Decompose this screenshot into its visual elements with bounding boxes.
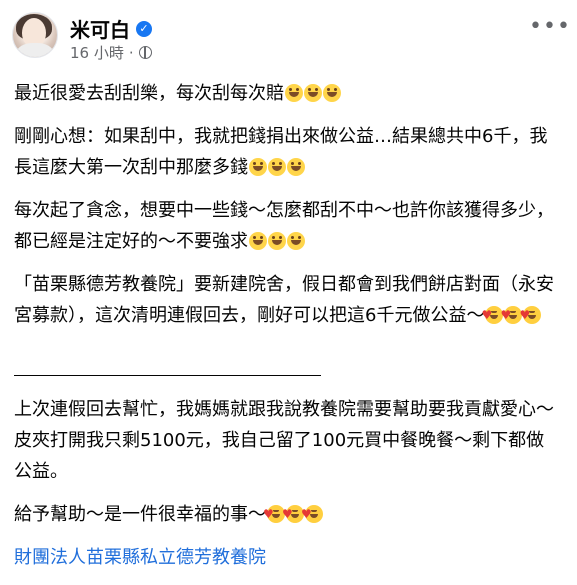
- grinning-face-emoji: [249, 158, 267, 176]
- avatar-body: [17, 43, 53, 57]
- separator-line: [14, 343, 321, 376]
- avatar[interactable]: [12, 12, 58, 58]
- verified-badge-icon: ✓: [136, 20, 152, 37]
- grinning-face-emoji: [268, 232, 286, 250]
- grinning-face-emoji: [268, 158, 286, 176]
- post-content: 最近很愛去刮刮樂，每次刮每次賠 剛剛心想：如果刮中，我就把錢捐出來做公益…結果總…: [14, 78, 562, 585]
- facebook-post: 米可白 ✓ 16 小時 · ••• 最近很愛去刮刮樂，每次刮每次賠 剛剛心想：如…: [0, 0, 577, 574]
- author-row: 米可白 ✓: [70, 14, 152, 43]
- post-paragraph-3: 每次起了貪念，想要中一些錢～怎麼都刮不中～也許你該獲得多少，都已經是注定好的～不…: [14, 195, 562, 257]
- grinning-face-emoji: [323, 84, 341, 102]
- grinning-face-emoji: [287, 158, 305, 176]
- globe-icon: [138, 46, 152, 59]
- post-paragraph-4: 「苗栗縣德芳教養院」要新建院舍，假日都會到我們餅店對面（永安宮募款），這次清明連…: [14, 269, 562, 331]
- more-options-icon[interactable]: •••: [529, 16, 570, 42]
- meta-separator: ·: [128, 43, 134, 62]
- paragraph-4-text: 「苗栗縣德芳教養院」要新建院舍，假日都會到我們餅店對面（永安宮募款），這次清明連…: [14, 274, 554, 326]
- smiling-face-with-hearts-emoji: [519, 300, 542, 331]
- paragraph-6-text: 給予幫助～是一件很幸福的事～: [14, 504, 266, 525]
- grinning-face-emoji: [249, 232, 267, 250]
- author-name[interactable]: 米可白: [70, 14, 130, 43]
- tagged-page-link[interactable]: 財團法人苗栗縣私立德芳教養院: [14, 547, 266, 568]
- smiling-face-with-hearts-emoji: [301, 499, 323, 530]
- post-paragraph-5: 上次連假回去幫忙，我媽媽就跟我說教養院需要幫助要我貢獻愛心～皮夾打開我只剩510…: [14, 394, 562, 487]
- grinning-face-emoji: [287, 232, 305, 250]
- post-meta: 16 小時 ·: [70, 42, 152, 63]
- post-paragraph-1: 最近很愛去刮刮樂，每次刮每次賠: [14, 78, 562, 109]
- paragraph-5-text: 上次連假回去幫忙，我媽媽就跟我說教養院需要幫助要我貢獻愛心～皮夾打開我只剩510…: [14, 399, 554, 482]
- post-tag-paragraph: 財團法人苗栗縣私立德芳教養院: [14, 542, 562, 573]
- grinning-face-emoji: [285, 84, 303, 102]
- paragraph-1-text: 最近很愛去刮刮樂，每次刮每次賠: [14, 83, 284, 104]
- post-time[interactable]: 16 小時: [70, 42, 124, 63]
- post-header: 米可白 ✓ 16 小時 · •••: [12, 12, 570, 64]
- grinning-face-emoji: [304, 84, 322, 102]
- post-paragraph-6: 給予幫助～是一件很幸福的事～: [14, 499, 562, 530]
- post-paragraph-2: 剛剛心想：如果刮中，我就把錢捐出來做公益…結果總共中6千，我長這麼大第一次刮中那…: [14, 121, 562, 183]
